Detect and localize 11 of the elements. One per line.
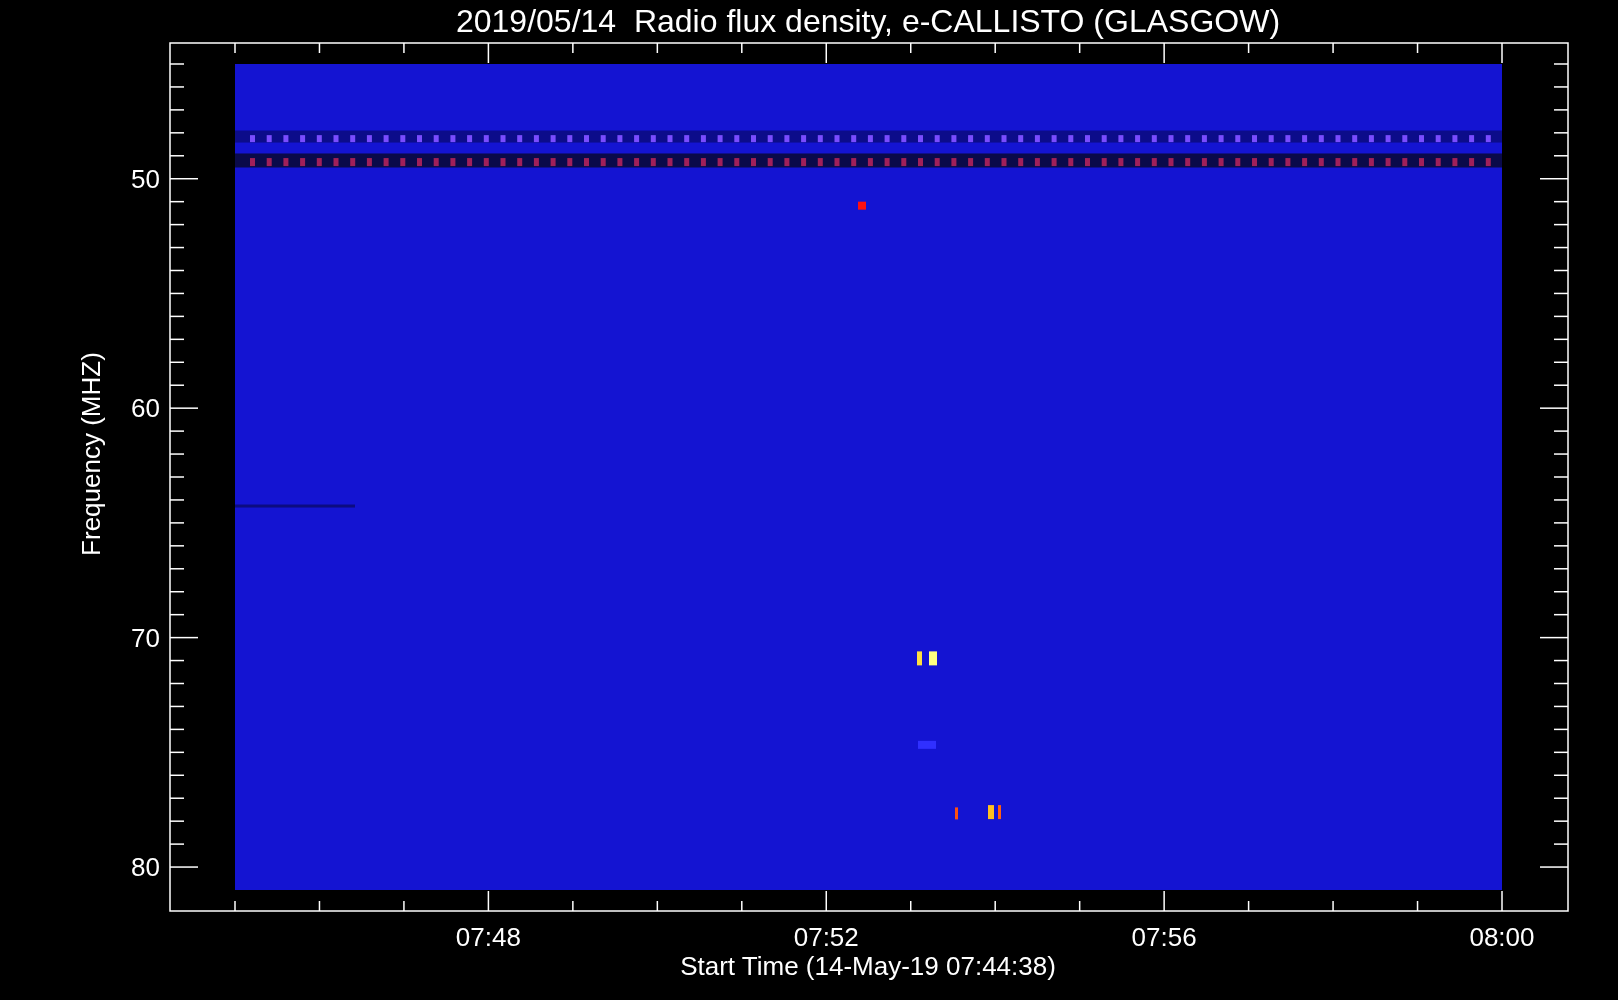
- y-tick-label: 50: [131, 163, 160, 194]
- x-tick-label: 07:52: [793, 922, 859, 952]
- y-tick-label: 60: [131, 393, 160, 424]
- y-axis-label: Frequency (MHZ): [76, 352, 106, 556]
- y-tick-label: 80: [131, 852, 160, 883]
- x-tick-label: 07:56: [1131, 922, 1197, 952]
- x-tick-label: 07:48: [455, 922, 521, 952]
- chart-title: 2019/05/14 Radio flux density, e-CALLISTO (GLASGOW): [455, 3, 1281, 39]
- x-tick-label: 08:00: [1469, 922, 1535, 952]
- x-axis-label: Start Time (14-May-19 07:44:38): [680, 951, 1056, 981]
- y-tick-label: 70: [131, 622, 160, 653]
